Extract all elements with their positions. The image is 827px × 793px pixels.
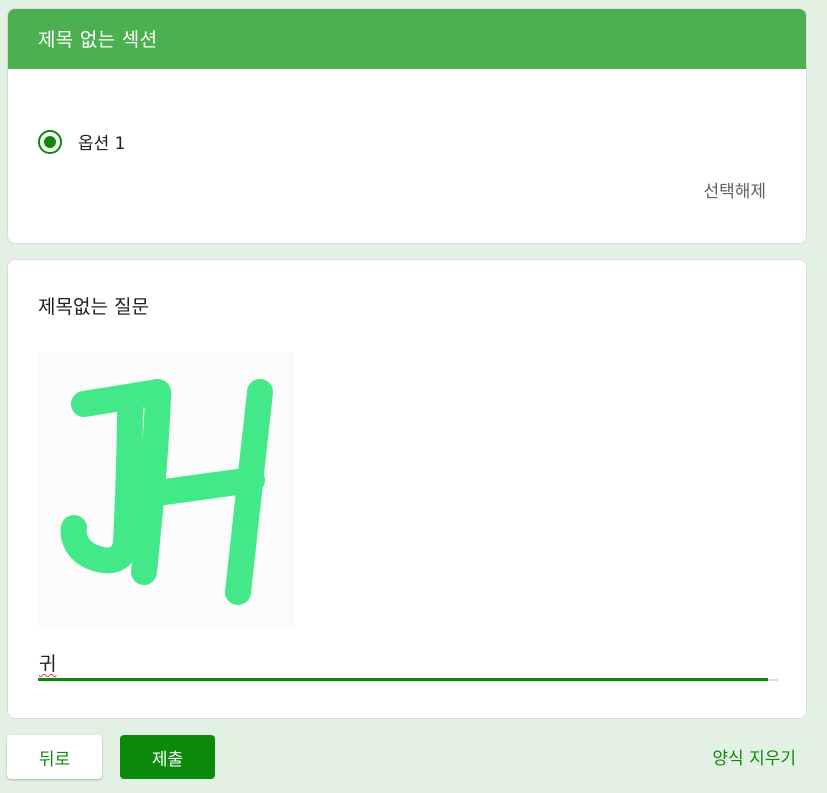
radio-button[interactable]	[38, 129, 62, 154]
question-image	[38, 352, 294, 627]
question-title: 제목없는 질문	[38, 296, 149, 318]
section-title: 제목 없는 섹션	[8, 9, 806, 69]
submit-button[interactable]: 제출	[120, 735, 215, 779]
answer-field[interactable]: 귀	[38, 645, 778, 681]
answer-input-value[interactable]: 귀	[39, 649, 56, 676]
option-row[interactable]: 옵션 1	[38, 129, 126, 154]
jh-handwriting-image	[60, 379, 273, 605]
radio-selected-dot	[44, 135, 56, 148]
back-button[interactable]: 뒤로	[7, 735, 102, 779]
clear-selection-link[interactable]: 선택해제	[703, 177, 766, 202]
question-card: 제목없는 질문 귀	[7, 259, 807, 719]
clear-form-link[interactable]: 양식 지우기	[712, 744, 796, 769]
option-label[interactable]: 옵션 1	[78, 129, 126, 154]
answer-underline-focus	[38, 678, 768, 681]
section-card: 제목 없는 섹션 옵션 1 선택해제	[7, 8, 807, 244]
